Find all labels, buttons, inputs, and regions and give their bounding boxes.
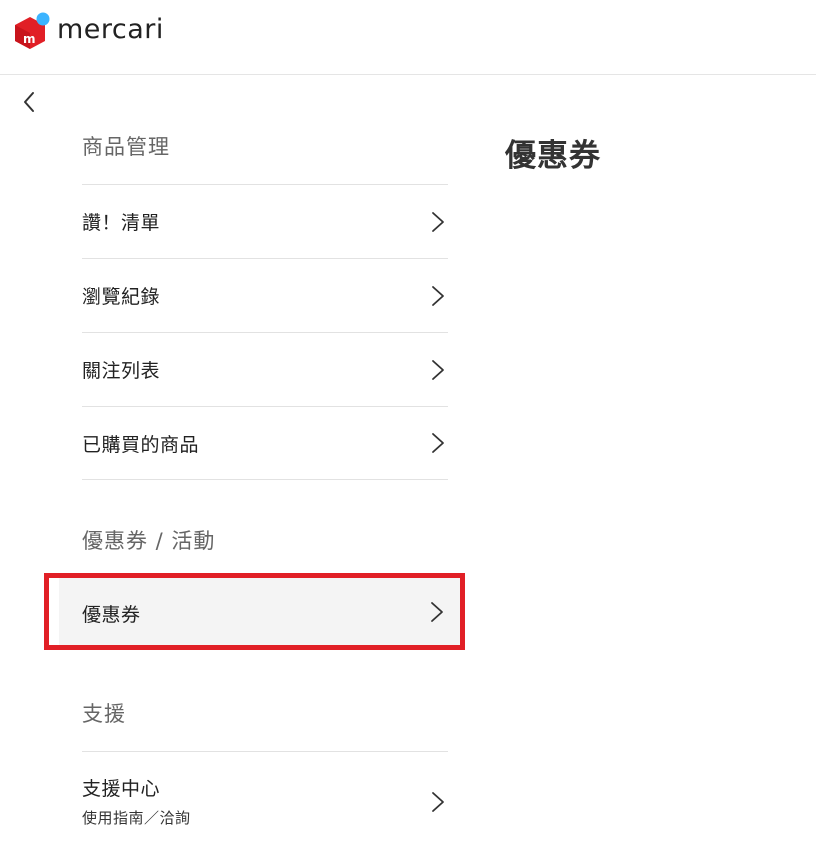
- header: m mercari: [0, 0, 816, 75]
- mercari-logo-icon: m: [15, 12, 50, 49]
- logo-text: mercari: [57, 13, 164, 45]
- menu-item-label: 瀏覽紀錄: [82, 286, 161, 308]
- menu-item-sublabel: 使用指南／洽詢: [82, 809, 191, 827]
- menu-item-label: 優惠券: [82, 604, 141, 626]
- chevron-right-icon: [432, 285, 444, 306]
- menu-list-product-management: 讚！清單 瀏覽紀錄 關注列表 已購買的商品: [82, 184, 448, 480]
- menu-item-likes[interactable]: 讚！清單: [82, 184, 448, 258]
- menu-item-purchased[interactable]: 已購買的商品: [82, 406, 448, 480]
- page-title: 優惠券: [505, 138, 601, 174]
- menu-item-label: 關注列表: [82, 360, 161, 382]
- back-button[interactable]: [18, 90, 42, 114]
- section-title-coupons-events: 優惠券 / 活動: [82, 529, 216, 553]
- section-title-product-management: 商品管理: [82, 135, 170, 159]
- chevron-right-icon: [432, 211, 444, 232]
- chevron-right-icon: [432, 359, 444, 380]
- section-title-support: 支援: [82, 702, 126, 726]
- menu-item-label: 支援中心: [82, 778, 161, 800]
- chevron-right-icon: [431, 601, 443, 622]
- chevron-left-icon: [24, 92, 34, 112]
- chevron-right-icon: [432, 433, 444, 453]
- menu-item-label: 讚！清單: [82, 212, 161, 234]
- menu-item-label: 已購買的商品: [82, 433, 200, 456]
- menu-item-coupons[interactable]: 優惠券: [59, 578, 460, 645]
- menu-list-support: 支援中心 使用指南／洽詢: [82, 751, 448, 851]
- menu-item-support-center[interactable]: 支援中心 使用指南／洽詢: [82, 751, 448, 851]
- menu-item-browsing-history[interactable]: 瀏覽紀錄: [82, 258, 448, 332]
- chevron-right-icon: [432, 792, 444, 812]
- menu-item-watchlist[interactable]: 關注列表: [82, 332, 448, 406]
- mercari-logo[interactable]: m mercari: [12, 12, 164, 50]
- svg-text:m: m: [23, 32, 36, 46]
